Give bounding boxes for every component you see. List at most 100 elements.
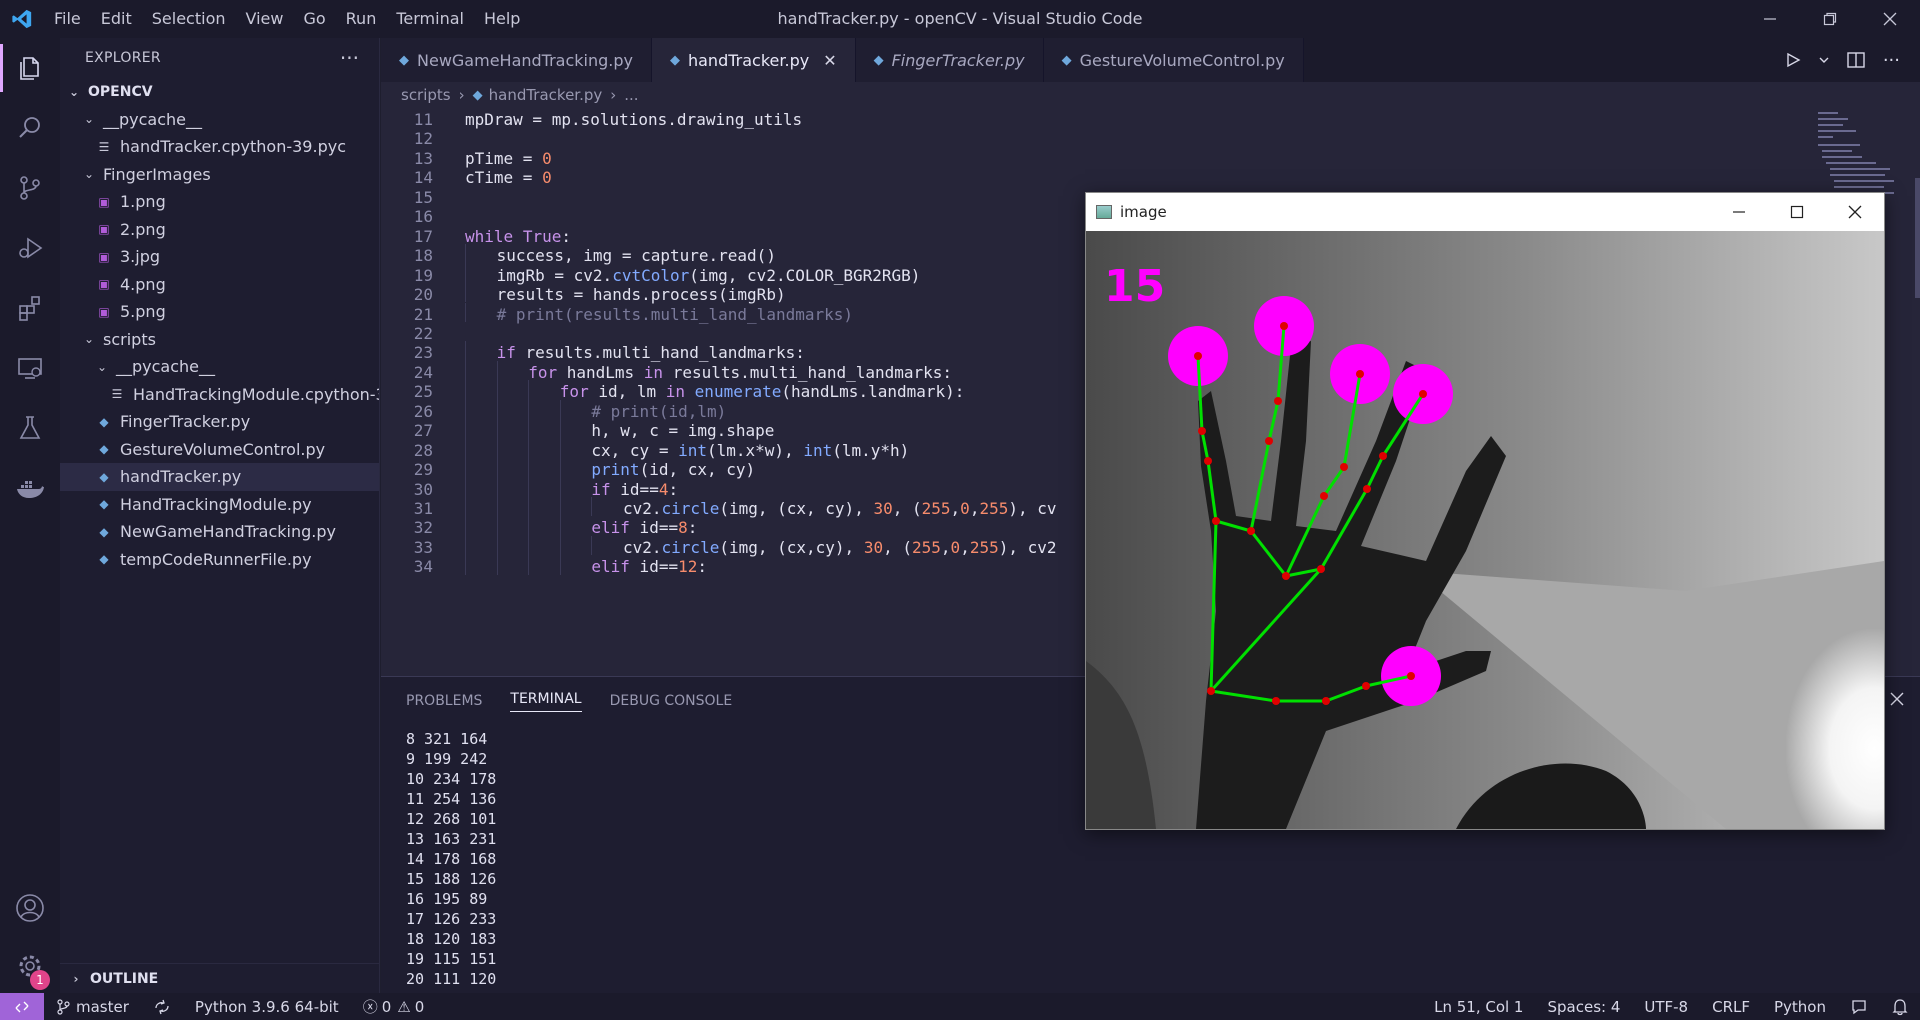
title-bar: File Edit Selection View Go Run Terminal… [0,0,1920,38]
workspace-root[interactable]: ⌄ OPENCV [60,78,379,106]
vscode-logo-icon[interactable] [0,0,44,38]
split-editor-icon[interactable] [1847,52,1865,68]
chevron-down-icon: ⌄ [83,332,95,347]
menu-view[interactable]: View [236,0,294,38]
notifications-bell-icon[interactable] [1880,993,1920,1020]
terminal-line: 13 163 231 [406,830,497,848]
tree-folder[interactable]: ⌄ scripts [60,326,379,354]
tree-file[interactable]: ▣ 2.png [60,216,379,244]
python-interpreter[interactable]: Python 3.9.6 64-bit [183,993,351,1020]
terminal-output[interactable]: 8 321 164 9 199 242 10 234 178 11 254 136 12… [406,729,496,989]
chevron-down-icon: ⌄ [96,359,108,374]
source-control-icon[interactable] [0,158,60,218]
landmark-point [1274,397,1282,405]
tree-file[interactable]: ◆ tempCodeRunnerFile.py [60,546,379,574]
breadcrumb-file[interactable]: handTracker.py [489,86,603,104]
tab-handtracker[interactable]: ◆ handTracker.py ✕ [651,38,856,82]
cursor-position[interactable]: Ln 51, Col 1 [1422,993,1535,1020]
feedback-icon[interactable] [1838,993,1880,1020]
chevron-down-icon[interactable] [1819,52,1829,68]
menu-file[interactable]: File [44,0,91,38]
remote-indicator-icon[interactable] [0,993,44,1020]
remote-explorer-icon[interactable] [0,338,60,398]
breadcrumb-more[interactable]: ... [624,86,638,104]
error-count: 0 [381,997,392,1016]
indent-guide [465,360,466,381]
minimize-icon[interactable] [1740,0,1800,38]
tree-file[interactable]: ▣ 5.png [60,298,379,326]
tree-file[interactable]: ▣ 4.png [60,271,379,299]
landmark-point [1322,697,1330,705]
testing-icon[interactable] [0,398,60,458]
tree-file[interactable]: ◆ NewGameHandTracking.py [60,518,379,546]
landmark-point [1379,452,1387,460]
indent-guide [591,535,593,556]
image-file-icon: ▣ [98,194,110,209]
outline-section[interactable]: › OUTLINE [60,963,380,993]
minimize-icon[interactable] [1710,193,1768,231]
docker-icon[interactable] [0,458,60,518]
close-icon[interactable] [1826,193,1884,231]
tree-file[interactable]: ☰ handTracker.cpython-39.pyc [60,133,379,161]
maximize-icon[interactable] [1768,193,1826,231]
menu-selection[interactable]: Selection [142,0,236,38]
menu-run[interactable]: Run [336,0,387,38]
menu-edit[interactable]: Edit [91,0,142,38]
run-icon[interactable] [1785,52,1801,68]
restore-icon[interactable] [1800,0,1860,38]
more-actions-icon[interactable]: ··· [1883,50,1900,71]
tab-fingertracker[interactable]: ◆ FingerTracker.py [855,38,1044,82]
tree-folder[interactable]: ⌄ FingerImages [60,161,379,189]
tab-terminal[interactable]: TERMINAL [510,691,582,712]
problems-indicator[interactable]: ⓧ 0 ⚠ 0 [351,993,437,1020]
tree-file[interactable]: ◆ GestureVolumeControl.py [60,436,379,464]
tree-folder[interactable]: ⌄ __pycache__ [60,353,379,381]
close-tab-icon[interactable]: ✕ [823,51,836,70]
tree-file[interactable]: ◆ handTracker.py [60,463,379,491]
more-actions-icon[interactable]: ··· [340,46,359,70]
tree-folder[interactable]: ⌄ __pycache__ [60,106,379,134]
indent-guide [559,458,561,478]
explorer-sidebar: EXPLORER ··· ⌄ OPENCV ⌄ __pycache__ ☰ handT… [60,38,380,993]
indentation[interactable]: Spaces: 4 [1535,993,1632,1020]
tree-file[interactable]: ◆ FingerTracker.py [60,408,379,436]
error-icon: ⓧ [362,998,378,1016]
tree-file[interactable]: ▣ 3.jpg [60,243,379,271]
tab-gesturevolumecontrol[interactable]: ◆ GestureVolumeControl.py [1043,38,1304,82]
opencv-image-window[interactable]: image 15 [1085,192,1885,830]
close-icon[interactable] [1860,0,1920,38]
python-file-icon: ◆ [399,52,409,68]
tab-newgamehandtracking[interactable]: ◆ NewGameHandTracking.py [381,38,652,82]
indent-guide [496,497,498,517]
menu-terminal[interactable]: Terminal [386,0,474,38]
run-debug-icon[interactable] [0,218,60,278]
tree-file[interactable]: ◆ HandTrackingModule.py [60,491,379,519]
tab-problems[interactable]: PROBLEMS [406,693,482,709]
close-panel-icon[interactable] [1890,691,1904,710]
gear-icon[interactable]: 1 [0,936,60,996]
breadcrumb-folder[interactable]: scripts [401,86,451,104]
language-mode[interactable]: Python [1762,993,1838,1020]
files-icon[interactable] [0,38,60,98]
menu-help[interactable]: Help [474,0,530,38]
tree-file[interactable]: ▣ 1.png [60,188,379,216]
landmark-point [1419,390,1427,398]
tab-debug-console[interactable]: DEBUG CONSOLE [610,693,733,709]
python-file-icon: ◆ [99,414,109,429]
binary-file-icon: ☰ [111,387,123,402]
tree-item-label: 3.jpg [120,247,161,267]
cv-window-title: image [1120,203,1167,221]
extensions-icon[interactable] [0,278,60,338]
search-icon[interactable] [0,98,60,158]
line-ending[interactable]: CRLF [1700,993,1762,1020]
tab-label: FingerTracker.py [891,50,1025,70]
account-icon[interactable] [0,878,60,938]
indent-guide [496,535,498,556]
landmark-point [1212,517,1220,525]
tree-file[interactable]: ☰ HandTrackingModule.cpython-39.... [60,381,379,409]
branch-indicator[interactable]: master [44,993,141,1020]
menu-go[interactable]: Go [293,0,335,38]
cv-window-titlebar[interactable]: image [1086,193,1884,231]
sync-icon[interactable] [141,993,183,1020]
encoding[interactable]: UTF-8 [1632,993,1700,1020]
